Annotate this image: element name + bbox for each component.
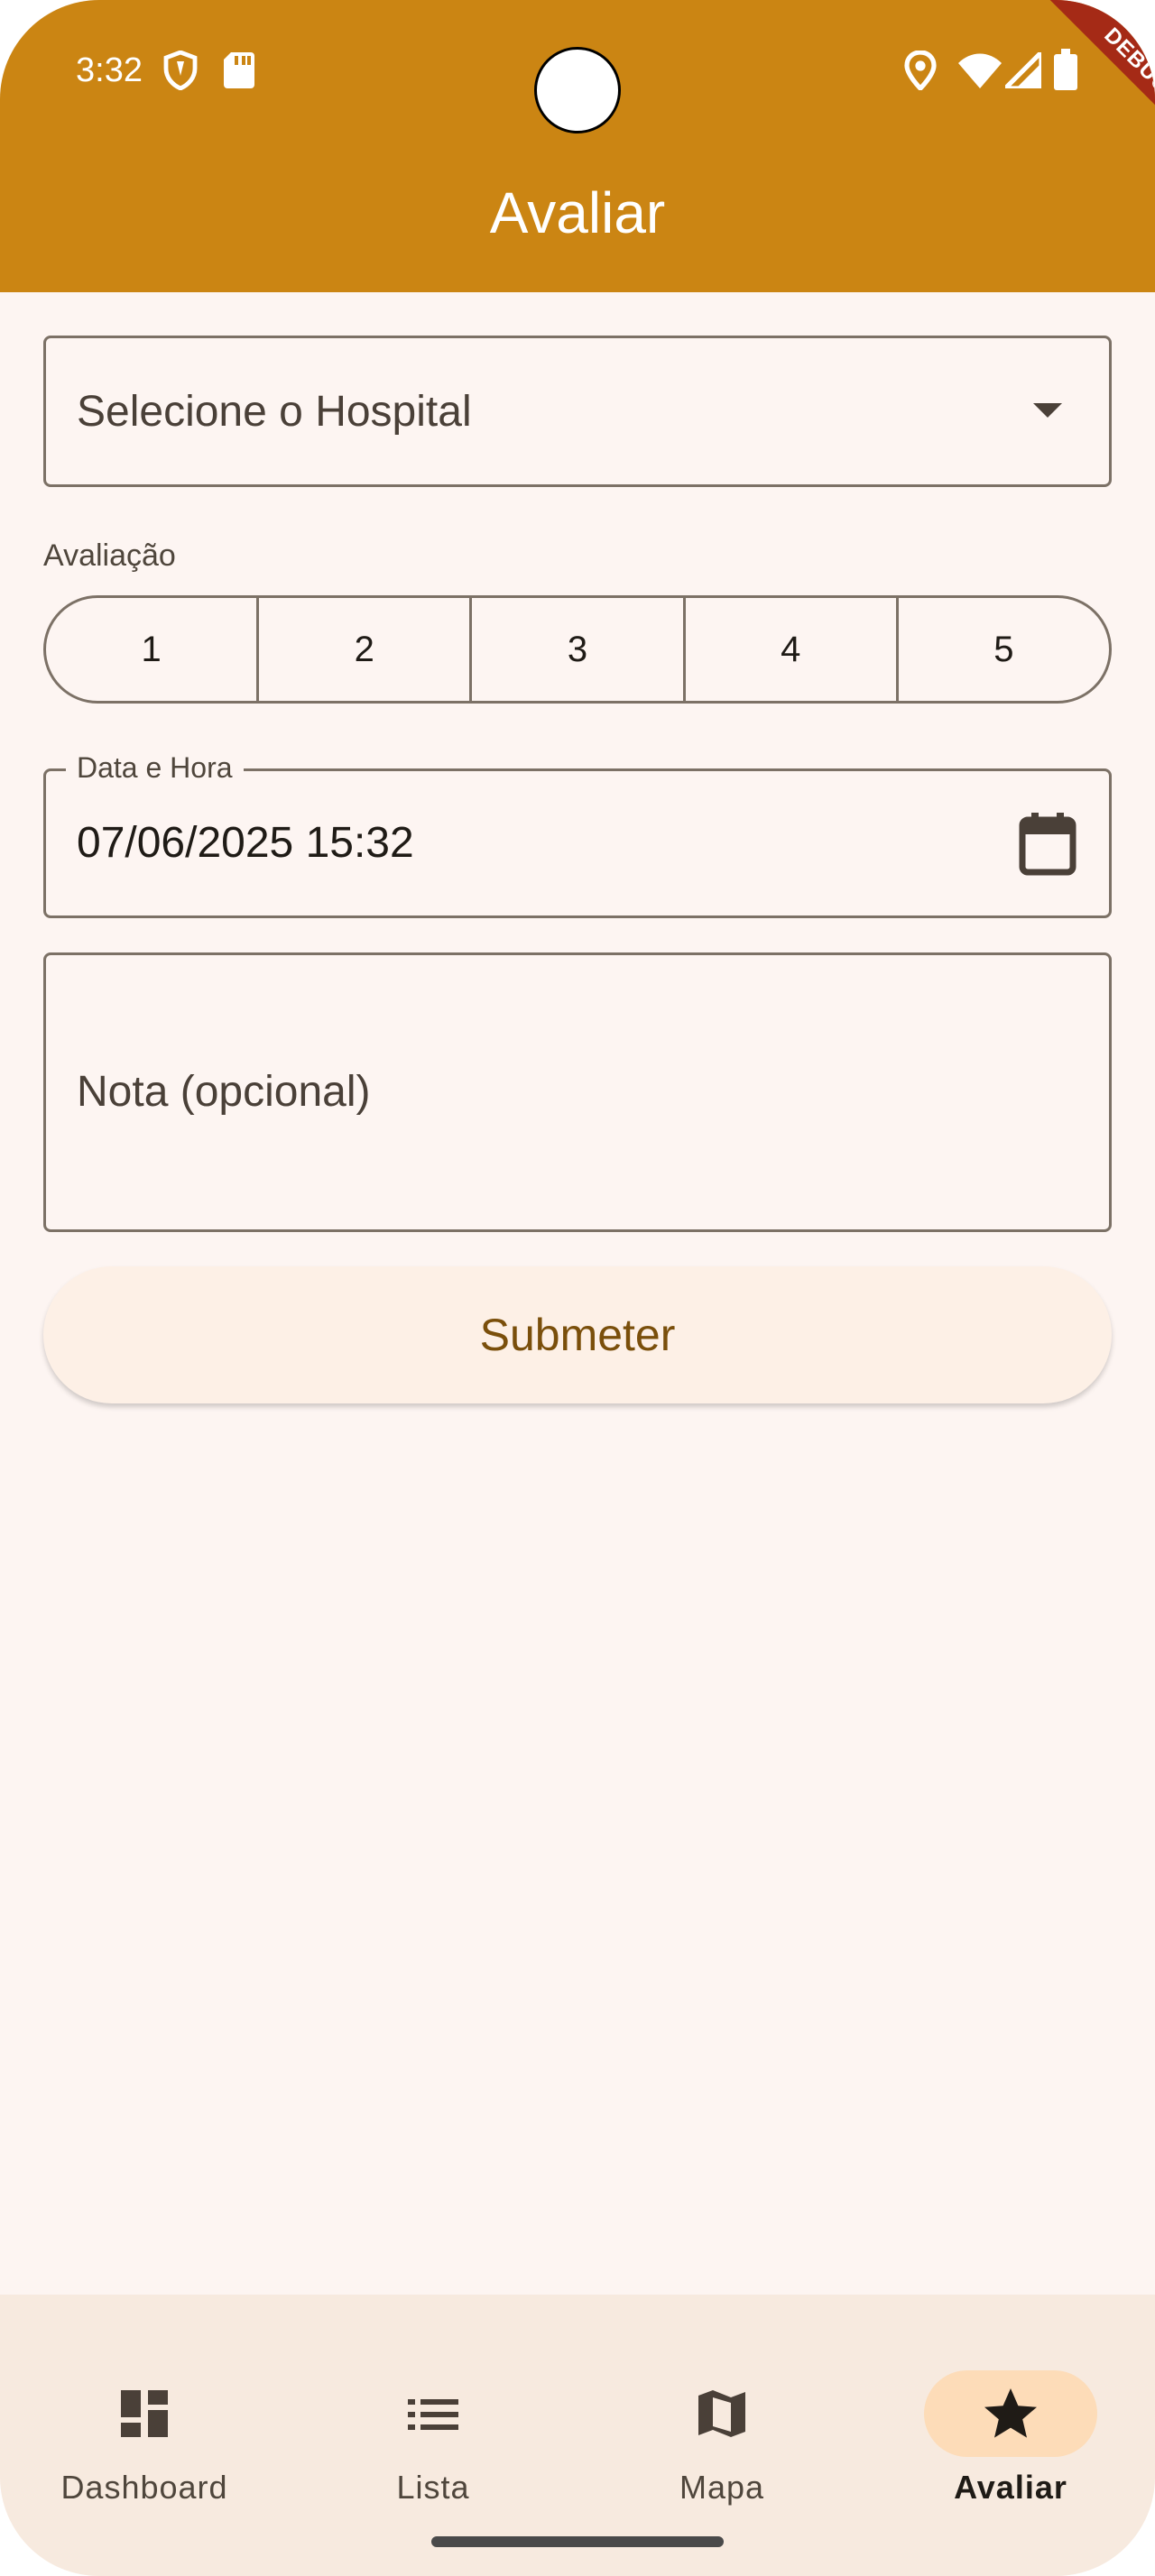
bottom-navigation: Dashboard Lista Mapa Avaliar xyxy=(0,2295,1155,2576)
camera-cutout xyxy=(534,47,621,133)
battery-icon xyxy=(1054,49,1077,90)
location-icon xyxy=(904,51,937,90)
hospital-dropdown-placeholder: Selecione o Hospital xyxy=(77,388,472,436)
nav-item-dashboard[interactable]: Dashboard xyxy=(0,2331,289,2511)
nav-item-lista[interactable]: Lista xyxy=(289,2331,578,2511)
page-title: Avaliar xyxy=(489,180,666,245)
signal-icon xyxy=(1005,52,1041,88)
dropdown-arrow-icon xyxy=(1033,403,1062,418)
nav-label-avaliar: Avaliar xyxy=(954,2469,1067,2506)
status-time: 3:32 xyxy=(76,51,143,89)
nav-item-mapa[interactable]: Mapa xyxy=(578,2331,866,2511)
datetime-value: 07/06/2025 15:32 xyxy=(77,819,414,867)
datetime-label: Data e Hora xyxy=(66,750,244,786)
app-bar: 3:32 DEBUG Avaliar xyxy=(0,0,1155,292)
rating-option-4[interactable]: 4 xyxy=(682,598,896,701)
home-indicator[interactable] xyxy=(431,2536,724,2547)
hospital-dropdown[interactable]: Selecione o Hospital xyxy=(43,336,1112,487)
datetime-field[interactable]: Data e Hora 07/06/2025 15:32 xyxy=(43,750,1112,918)
nav-item-avaliar[interactable]: Avaliar xyxy=(866,2331,1155,2511)
wifi-icon xyxy=(958,53,1002,88)
map-icon xyxy=(698,2390,745,2437)
rating-option-1[interactable]: 1 xyxy=(46,598,256,701)
nav-label-lista: Lista xyxy=(396,2469,470,2506)
list-icon xyxy=(408,2399,458,2430)
sd-card-icon xyxy=(224,52,254,88)
rating-option-2[interactable]: 2 xyxy=(256,598,469,701)
shield-icon xyxy=(163,51,198,90)
submit-button[interactable]: Submeter xyxy=(43,1266,1112,1403)
rating-selector: 1 2 3 4 5 xyxy=(43,595,1112,704)
phone-screen: 3:32 DEBUG Avaliar Selecione o Hospital … xyxy=(0,0,1155,2576)
dashboard-icon xyxy=(121,2390,168,2437)
rating-option-3[interactable]: 3 xyxy=(469,598,682,701)
note-field[interactable]: Nota (opcional) xyxy=(43,952,1112,1232)
nav-label-dashboard: Dashboard xyxy=(60,2469,228,2506)
rating-label: Avaliação xyxy=(43,538,176,573)
calendar-icon[interactable] xyxy=(1019,813,1076,876)
nav-label-mapa: Mapa xyxy=(679,2469,765,2506)
note-placeholder: Nota (opcional) xyxy=(77,1068,371,1116)
star-icon xyxy=(984,2388,1037,2438)
rating-option-5[interactable]: 5 xyxy=(895,598,1109,701)
